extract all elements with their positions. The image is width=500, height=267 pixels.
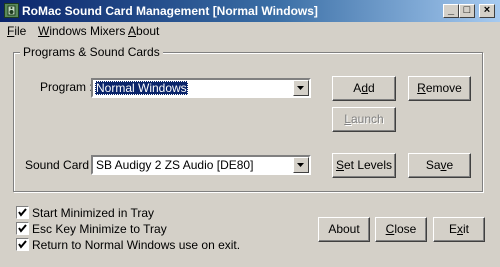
app-icon bbox=[4, 3, 19, 18]
launch-button[interactable]: Launch bbox=[332, 107, 396, 132]
save-button[interactable]: Save bbox=[408, 153, 471, 178]
menu-bar: File Windows Mixers About bbox=[0, 22, 500, 40]
program-label: Program : bbox=[40, 80, 93, 94]
start-minimized-label[interactable]: Start Minimized in Tray bbox=[32, 206, 154, 220]
maximize-button[interactable]: □ bbox=[459, 4, 475, 18]
about-button[interactable]: About bbox=[318, 217, 370, 242]
return-normal-label[interactable]: Return to Normal Windows use on exit. bbox=[32, 238, 240, 252]
checkmark-icon bbox=[18, 208, 27, 217]
minimize-button[interactable]: _ bbox=[443, 4, 459, 18]
menu-file[interactable]: File bbox=[7, 24, 26, 38]
checkmark-icon bbox=[18, 240, 27, 249]
close-button[interactable]: Close bbox=[375, 217, 427, 242]
program-select-value: Normal Windows bbox=[95, 81, 188, 95]
set-levels-button[interactable]: Set Levels bbox=[332, 153, 396, 178]
add-button[interactable]: Add bbox=[332, 76, 396, 101]
start-minimized-checkbox[interactable] bbox=[16, 206, 29, 219]
window-title: RoMac Sound Card Management [Normal Wind… bbox=[22, 4, 318, 18]
group-title: Programs & Sound Cards bbox=[20, 45, 163, 59]
esc-minimize-checkbox[interactable] bbox=[16, 222, 29, 235]
chevron-down-icon[interactable] bbox=[293, 80, 309, 96]
program-select[interactable]: Normal Windows bbox=[91, 78, 311, 98]
chevron-down-icon[interactable] bbox=[293, 157, 309, 173]
soundcard-select-value: SB Audigy 2 ZS Audio [DE80] bbox=[96, 158, 254, 172]
return-normal-checkbox[interactable] bbox=[16, 238, 29, 251]
close-window-button[interactable]: × bbox=[479, 4, 495, 18]
app-window: RoMac Sound Card Management [Normal Wind… bbox=[0, 0, 500, 267]
menu-windows-mixers[interactable]: Windows Mixers bbox=[38, 24, 125, 38]
title-bar[interactable]: RoMac Sound Card Management [Normal Wind… bbox=[0, 0, 500, 22]
menu-about[interactable]: About bbox=[128, 24, 159, 38]
checkmark-icon bbox=[18, 224, 27, 233]
esc-minimize-label[interactable]: Esc Key Minimize to Tray bbox=[32, 222, 167, 236]
exit-button[interactable]: Exit bbox=[433, 217, 485, 242]
soundcard-select[interactable]: SB Audigy 2 ZS Audio [DE80] bbox=[91, 155, 311, 175]
remove-button[interactable]: Remove bbox=[408, 76, 471, 101]
soundcard-label: Sound Card : bbox=[25, 158, 96, 172]
